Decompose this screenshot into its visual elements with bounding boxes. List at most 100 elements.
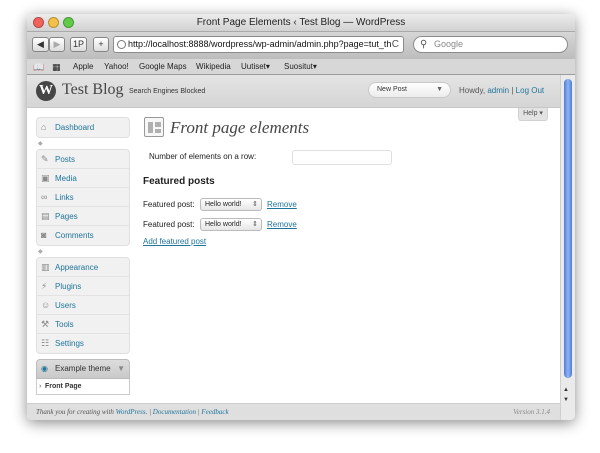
title-bar: Front Page Elements ‹ Test Blog — WordPr…	[27, 14, 575, 32]
admin-menu-dashboard: ⌂ Dashboard	[36, 117, 130, 138]
settings-icon: ☷	[41, 338, 50, 348]
featured-post-label: Featured post:	[143, 220, 195, 229]
menu-item-pages[interactable]: ▤ Pages	[37, 207, 129, 226]
divider: |	[511, 86, 514, 95]
featured-post-select[interactable]: Hello world! ⇕	[200, 198, 262, 211]
remove-link[interactable]: Remove	[267, 200, 297, 209]
vertical-scrollbar[interactable]: ▲ ▼	[560, 75, 575, 420]
menu-item-users[interactable]: ☺ Users	[37, 296, 129, 315]
web-page: W Test Blog Search Engines Blocked New P…	[27, 75, 560, 420]
select-arrows-icon: ⇕	[252, 221, 258, 228]
search-engines-blocked[interactable]: Search Engines Blocked	[129, 88, 205, 95]
elements-per-row-input[interactable]	[292, 150, 392, 165]
wordpress-link[interactable]: WordPress	[116, 408, 146, 416]
bookmark-uutiset[interactable]: Uutiset▾	[241, 62, 270, 71]
wp-footer: Thank you for creating with WordPress. |…	[27, 403, 560, 420]
dropdown-arrow-icon: ▼	[436, 86, 443, 93]
plugin-icon: ⚡	[41, 281, 48, 291]
pin-icon: ✎	[41, 154, 49, 164]
page-layout-icon	[144, 117, 164, 137]
version-text: Version 3.1.4	[513, 408, 550, 416]
bookmark-google-maps[interactable]: Google Maps	[139, 62, 187, 71]
globe-icon	[117, 40, 126, 49]
bookmark-suositut[interactable]: Suositut▾	[284, 62, 317, 71]
scrollbar-thumb[interactable]	[564, 79, 572, 378]
menu-item-tools[interactable]: ⚒ Tools	[37, 315, 129, 334]
menu-label: Tools	[55, 320, 74, 329]
back-button[interactable]: ◀	[32, 37, 49, 52]
menu-separator: ◆	[38, 249, 43, 255]
menu-label: Comments	[55, 231, 94, 240]
menu-item-comments[interactable]: ◙ Comments	[37, 226, 129, 245]
bookmarks-bar: 📖 ▦ Apple Yahoo! Google Maps Wikipedia U…	[27, 59, 575, 75]
appearance-icon: ▥	[41, 262, 50, 272]
featured-posts-heading: Featured posts	[143, 176, 215, 187]
search-icon: ⚲	[420, 39, 428, 50]
add-bookmark-button[interactable]: +	[93, 37, 109, 52]
users-icon: ☺	[41, 300, 51, 310]
howdy-text: Howdy,	[459, 86, 486, 95]
page-title: Front page elements	[170, 118, 310, 137]
menu-label: Posts	[55, 155, 76, 164]
scroll-down-arrow-icon[interactable]: ▼	[563, 397, 569, 403]
site-title[interactable]: Test Blog	[62, 81, 124, 99]
bookmark-wikipedia[interactable]: Wikipedia	[196, 62, 231, 71]
select-value: Hello world!	[205, 221, 242, 228]
menu-label: Plugins	[55, 282, 82, 291]
remove-link[interactable]: Remove	[267, 220, 297, 229]
window-title: Front Page Elements ‹ Test Blog — WordPr…	[196, 17, 406, 28]
menu-separator: ◆	[38, 141, 43, 147]
current-marker-icon: ›	[39, 383, 42, 390]
search-field[interactable]: ⚲ Google	[413, 36, 568, 53]
address-url: http://localhost:8888/wordpress/wp-admin…	[128, 39, 392, 49]
menu-label: Media	[55, 174, 77, 183]
documentation-link[interactable]: Documentation	[153, 408, 196, 416]
menu-label: Pages	[55, 212, 78, 221]
submenu-label: Front Page	[45, 383, 82, 390]
bookmark-yahoo[interactable]: Yahoo!	[104, 62, 129, 71]
submenu-item-front-page[interactable]: › Front Page	[36, 379, 130, 395]
top-sites-icon[interactable]: ▦	[52, 62, 61, 73]
footer-thanks: Thank you for creating with	[36, 408, 114, 416]
reading-list-icon[interactable]: 📖	[33, 62, 44, 73]
browser-window: Front Page Elements ‹ Test Blog — WordPr…	[27, 14, 575, 420]
favorite-actions-dropdown[interactable]: New Post ▼	[368, 82, 451, 98]
menu-item-media[interactable]: ▣ Media	[37, 169, 129, 188]
menu-item-example-theme[interactable]: ◉ Example theme ▼	[36, 359, 130, 379]
reload-icon[interactable]: C	[392, 37, 399, 52]
page-icon: ▤	[41, 211, 50, 221]
logout-link[interactable]: Log Out	[516, 86, 544, 95]
home-icon: ⌂	[41, 122, 47, 132]
menu-item-dashboard[interactable]: ⌂ Dashboard	[37, 118, 129, 137]
comment-icon: ◙	[41, 230, 47, 240]
wp-header: W Test Blog Search Engines Blocked New P…	[27, 75, 560, 108]
menu-label: Appearance	[55, 263, 99, 272]
browser-toolbar: ◀ ▶ 1P + http://localhost:8888/wordpress…	[27, 32, 575, 59]
menu-label: Example theme	[55, 364, 111, 373]
forward-button[interactable]: ▶	[49, 37, 65, 52]
menu-item-links[interactable]: ∞ Links	[37, 188, 129, 207]
admin-menu-settings: ▥ Appearance ⚡ Plugins ☺ Users ⚒ Tools ☷ Sett…	[36, 257, 130, 354]
menu-item-appearance[interactable]: ▥ Appearance	[37, 258, 129, 277]
footer-credits: Thank you for creating with WordPress. |…	[36, 408, 229, 416]
favorite-action-label: New Post	[377, 86, 407, 93]
featured-post-select[interactable]: Hello world! ⇕	[200, 218, 262, 231]
tools-icon: ⚒	[41, 319, 50, 329]
menu-item-settings[interactable]: ☷ Settings	[37, 334, 129, 353]
select-arrows-icon: ⇕	[252, 201, 258, 208]
link-icon: ∞	[41, 192, 48, 202]
onepassword-button[interactable]: 1P	[70, 37, 87, 52]
menu-item-plugins[interactable]: ⚡ Plugins	[37, 277, 129, 296]
bookmark-apple[interactable]: Apple	[73, 62, 93, 71]
menu-item-posts[interactable]: ✎ Posts	[37, 150, 129, 169]
address-bar[interactable]: http://localhost:8888/wordpress/wp-admin…	[113, 36, 404, 53]
scroll-up-arrow-icon[interactable]: ▲	[563, 387, 569, 393]
help-tab[interactable]: Help ▾	[518, 108, 548, 121]
user-profile-link[interactable]: admin	[487, 86, 509, 95]
menu-toggle-icon[interactable]: ▼	[117, 360, 125, 378]
media-icon: ▣	[41, 173, 50, 183]
feedback-link[interactable]: Feedback	[201, 408, 228, 416]
add-featured-post-link[interactable]: Add featured post	[143, 237, 206, 246]
user-greeting: Howdy, admin | Log Out	[459, 86, 544, 95]
menu-label: Users	[55, 301, 76, 310]
